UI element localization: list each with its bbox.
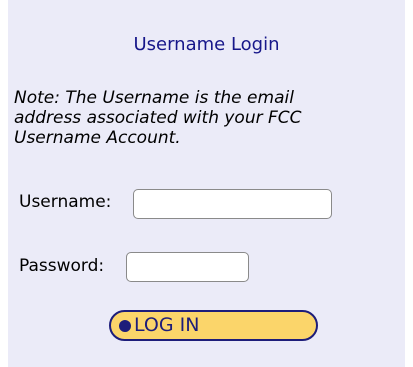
username-note: Note: The Username is the email address … — [14, 88, 302, 148]
bullet-icon — [119, 319, 131, 332]
password-label: Password: — [19, 256, 105, 276]
page-title: Username Login — [133, 34, 280, 55]
password-input[interactable] — [126, 252, 249, 282]
login-button[interactable]: LOG IN — [109, 310, 318, 341]
username-input[interactable] — [133, 189, 332, 219]
username-label: Username: — [19, 192, 112, 212]
login-button-label: LOG IN — [134, 314, 200, 336]
login-panel: Username Login Note: The Username is the… — [8, 0, 405, 367]
